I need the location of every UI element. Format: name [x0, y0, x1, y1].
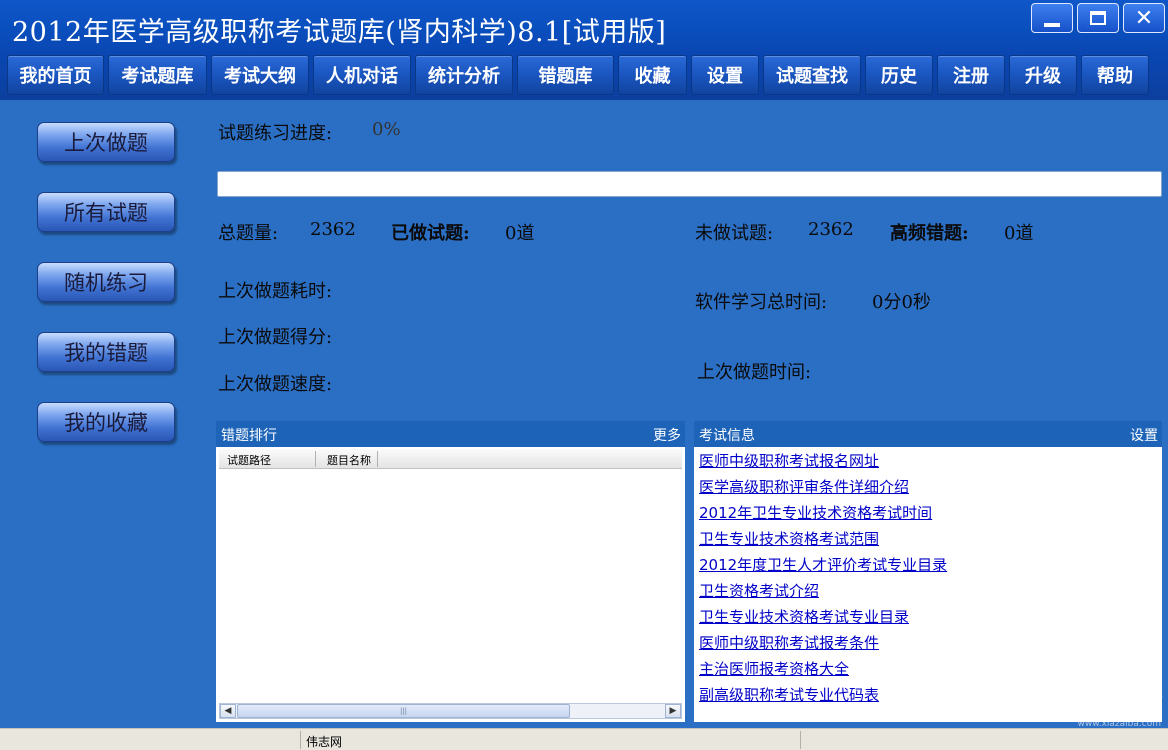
- progress-label: 试题练习进度:: [218, 123, 333, 144]
- exam-info-link[interactable]: 医学高级职称评审条件详细介绍: [699, 477, 947, 503]
- total-label: 总题量:: [218, 223, 279, 244]
- done-label: 已做试题:: [391, 223, 470, 244]
- menu-favorites[interactable]: 收藏: [618, 55, 687, 95]
- horizontal-scrollbar[interactable]: ◀ ||| ▶: [219, 703, 682, 719]
- exam-info-link[interactable]: 卫生专业技术资格考试范围: [699, 529, 947, 555]
- menu-question-bank[interactable]: 考试题库: [108, 55, 207, 95]
- random-practice-button[interactable]: 随机练习: [37, 262, 175, 302]
- more-link[interactable]: 更多: [653, 425, 681, 445]
- status-bar: 伟志网: [0, 728, 1168, 750]
- exam-info-link[interactable]: 医师中级职称考试报考条件: [699, 633, 947, 659]
- close-icon: ✕: [1134, 5, 1154, 31]
- minimize-icon: [1044, 23, 1060, 27]
- my-favorites-button[interactable]: 我的收藏: [37, 402, 175, 442]
- exam-info-link[interactable]: 卫生专业技术资格考试专业目录: [699, 607, 947, 633]
- menu-help[interactable]: 帮助: [1081, 55, 1149, 95]
- menu-home[interactable]: 我的首页: [7, 55, 104, 95]
- exam-info-links: 医师中级职称考试报名网址 医学高级职称评审条件详细介绍 2012年卫生专业技术资…: [699, 451, 947, 711]
- exam-info-title: 考试信息: [699, 428, 755, 444]
- column-divider[interactable]: [377, 451, 378, 467]
- scroll-left-arrow-icon[interactable]: ◀: [220, 704, 236, 718]
- last-speed-label: 上次做题速度:: [218, 374, 333, 395]
- frequent-errors-value: 0道: [1004, 223, 1034, 244]
- exam-info-link[interactable]: 卫生资格考试介绍: [699, 581, 947, 607]
- last-practice-button[interactable]: 上次做题: [37, 122, 175, 162]
- error-ranking-columns: 试题路径 题目名称: [219, 449, 682, 469]
- menu-settings[interactable]: 设置: [691, 55, 759, 95]
- window-title: 2012年医学高级职称考试题库(肾内科学)8.1[试用版]: [12, 17, 667, 48]
- progress-bar: [217, 171, 1162, 197]
- column-header-name[interactable]: 题目名称: [327, 452, 371, 468]
- exam-info-link[interactable]: 主治医师报考资格大全: [699, 659, 947, 685]
- status-text: 伟志网: [306, 735, 343, 749]
- exam-info-link[interactable]: 2012年卫生专业技术资格考试时间: [699, 503, 947, 529]
- total-study-time-value: 0分0秒: [872, 292, 931, 313]
- exam-info-link[interactable]: 副高级职称考试专业代码表: [699, 685, 947, 711]
- watermark-text: 下载吧: [1039, 665, 1165, 711]
- menu-syllabus[interactable]: 考试大纲: [211, 55, 309, 95]
- menu-dialogue[interactable]: 人机对话: [313, 55, 411, 95]
- error-ranking-header: 错题排行 更多: [216, 421, 685, 447]
- maximize-button[interactable]: [1077, 3, 1119, 33]
- exam-info-settings-link[interactable]: 设置: [1130, 425, 1158, 445]
- done-value: 0道: [505, 223, 535, 244]
- my-errors-button[interactable]: 我的错题: [37, 332, 175, 372]
- maximize-icon: [1090, 11, 1106, 25]
- column-header-path[interactable]: 试题路径: [227, 452, 271, 468]
- menu-bar: 我的首页 考试题库 考试大纲 人机对话 统计分析 错题库 收藏 设置 试题查找 …: [0, 52, 1168, 100]
- close-button[interactable]: ✕: [1123, 3, 1165, 33]
- undone-label: 未做试题:: [695, 223, 774, 244]
- scroll-right-arrow-icon[interactable]: ▶: [665, 704, 681, 718]
- main-content: 上次做题 所有试题 随机练习 我的错题 我的收藏 试题练习进度: 0% 总题量:…: [0, 100, 1168, 728]
- undone-value: 2362: [808, 219, 854, 240]
- exam-info-link[interactable]: 2012年度卫生人才评价考试专业目录: [699, 555, 947, 581]
- menu-history[interactable]: 历史: [865, 55, 933, 95]
- title-bar: 2012年医学高级职称考试题库(肾内科学)8.1[试用版] ✕: [0, 0, 1168, 52]
- total-study-time-label: 软件学习总时间:: [695, 292, 828, 313]
- last-time-label: 上次做题时间:: [697, 362, 812, 383]
- total-value: 2362: [310, 219, 356, 240]
- menu-search[interactable]: 试题查找: [763, 55, 861, 95]
- error-ranking-title: 错题排行: [221, 428, 277, 444]
- scrollbar-thumb[interactable]: |||: [237, 704, 570, 718]
- watermark-url: www.xiazaiba.com: [1077, 719, 1161, 729]
- menu-statistics[interactable]: 统计分析: [415, 55, 513, 95]
- menu-register[interactable]: 注册: [937, 55, 1005, 95]
- exam-info-link[interactable]: 医师中级职称考试报名网址: [699, 451, 947, 477]
- menu-error-bank[interactable]: 错题库: [517, 55, 614, 95]
- minimize-button[interactable]: [1031, 3, 1073, 33]
- watermark-logo: 下载吧 www.xiazaiba.com: [1030, 660, 1165, 730]
- status-divider: [800, 731, 801, 749]
- last-time-used-label: 上次做题耗时:: [218, 281, 333, 302]
- exam-info-header: 考试信息 设置: [694, 421, 1162, 447]
- progress-value: 0%: [372, 119, 401, 140]
- menu-upgrade[interactable]: 升级: [1009, 55, 1077, 95]
- column-divider[interactable]: [315, 451, 316, 467]
- status-divider: [300, 731, 301, 749]
- all-questions-button[interactable]: 所有试题: [37, 192, 175, 232]
- error-ranking-panel: 错题排行 更多 试题路径 题目名称 ◀ ||| ▶: [216, 421, 685, 722]
- last-score-label: 上次做题得分:: [218, 327, 333, 348]
- frequent-errors-label: 高频错题:: [890, 223, 969, 244]
